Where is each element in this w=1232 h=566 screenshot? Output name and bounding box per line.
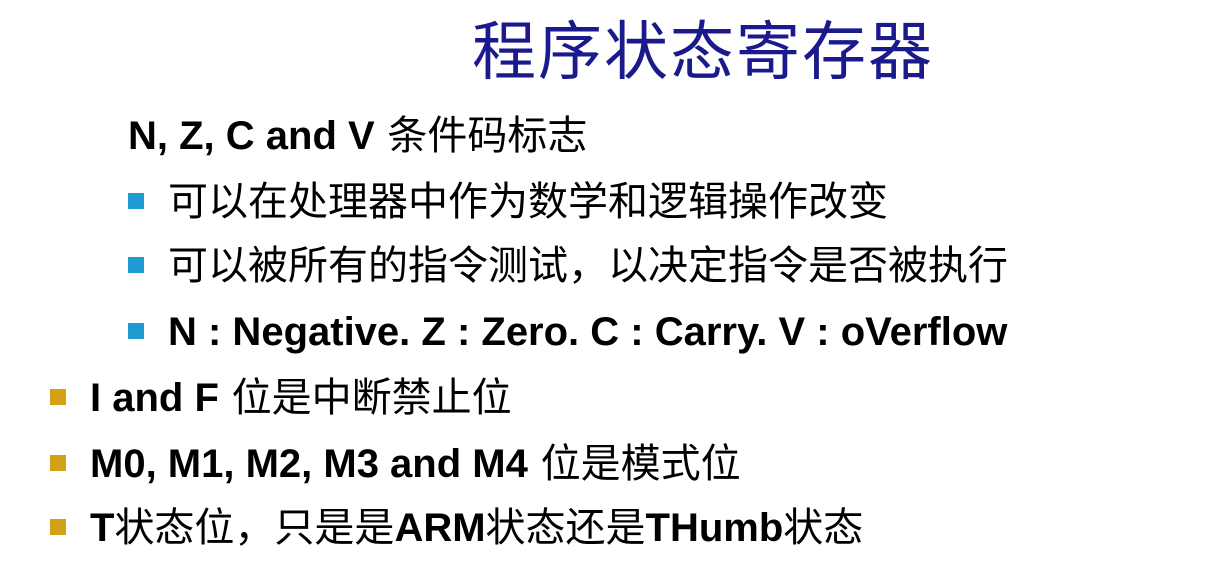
nzcv-heading-latin: N, Z, C and V — [128, 114, 375, 158]
square-bullet-icon — [50, 389, 66, 405]
top-bullet-part: 状态位，只是是 — [114, 505, 395, 551]
nzcv-heading: N, Z, C and V 条件码标志 — [128, 112, 587, 160]
top-bullet-latin: M0, M1, M2, M3 and M4 — [90, 442, 528, 486]
top-bullet-part: ARM — [394, 506, 486, 550]
top-bullet-cjk: 位是模式位 — [527, 441, 741, 487]
square-bullet-icon — [128, 323, 144, 339]
top-bullet-item: I and F 位是中断禁止位 — [50, 374, 512, 422]
square-bullet-icon — [128, 257, 144, 273]
sub-bullet-item: 可以在处理器中作为数学和逻辑操作改变 — [128, 178, 888, 226]
square-bullet-icon — [128, 193, 144, 209]
top-bullet-item: T状态位，只是是ARM状态还是THumb状态 — [50, 504, 863, 552]
square-bullet-icon — [50, 519, 66, 535]
sub-bullet-item: N : Negative. Z : Zero. C : Carry. V : o… — [128, 308, 1007, 356]
nzcv-heading-cjk: 条件码标志 — [374, 113, 588, 159]
top-bullet-latin: I and F — [90, 376, 219, 420]
top-bullet-cjk: 位是中断禁止位 — [218, 375, 512, 421]
top-bullet-part: THumb — [645, 506, 784, 550]
slide-title: 程序状态寄存器 — [472, 16, 934, 90]
square-bullet-icon — [50, 455, 66, 471]
top-bullet-part: 状态 — [783, 505, 864, 551]
sub-bullet-item: 可以被所有的指令测试，以决定指令是否被执行 — [128, 242, 1008, 290]
sub-bullet-text: 可以被所有的指令测试，以决定指令是否被执行 — [168, 243, 1008, 289]
sub-bullet-text: N : Negative. Z : Zero. C : Carry. V : o… — [168, 310, 1008, 354]
top-bullet-part: 状态还是 — [485, 505, 646, 551]
sub-bullet-text: 可以在处理器中作为数学和逻辑操作改变 — [168, 179, 888, 225]
top-bullet-part: T — [90, 506, 115, 550]
top-bullet-item: M0, M1, M2, M3 and M4 位是模式位 — [50, 440, 741, 488]
